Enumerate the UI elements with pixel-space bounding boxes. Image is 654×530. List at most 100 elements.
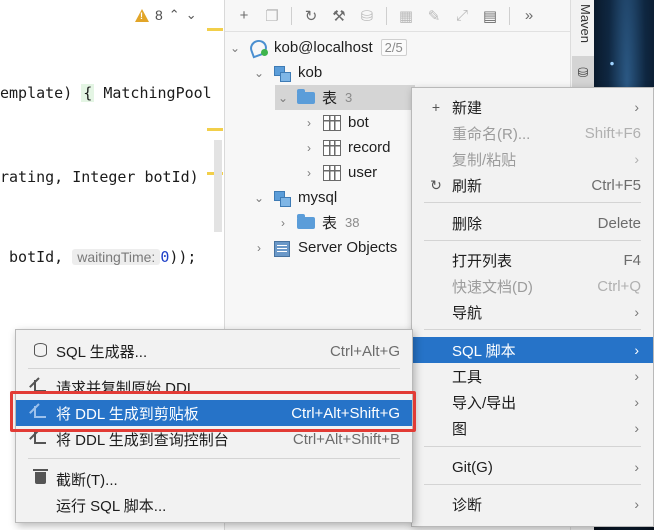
menu-shortcut: F4	[623, 251, 641, 269]
menu-label: 导航	[452, 304, 483, 322]
menu-label: 图	[452, 420, 468, 438]
table-icon	[323, 139, 341, 156]
menu-label: 工具	[452, 368, 483, 386]
edit-icon[interactable]: ✎	[425, 7, 443, 25]
plus-icon: +	[431, 99, 441, 115]
chevron-right-icon: ›	[634, 99, 639, 115]
menu-item-delete[interactable]: 删除 Delete	[412, 210, 653, 236]
menu-item-git[interactable]: Git(G) ›	[412, 454, 653, 480]
more-icon[interactable]: »	[520, 7, 538, 25]
code-line: botId, waitingTime: 0));	[0, 248, 196, 266]
connection-badge: 2/5	[380, 39, 407, 56]
menu-label: 刷新	[452, 177, 483, 195]
menu-item-tools[interactable]: 工具 ›	[412, 363, 653, 389]
schema-icon	[273, 190, 291, 207]
arrow-out-icon	[32, 431, 48, 447]
chevron-right-icon[interactable]: ›	[301, 166, 317, 180]
menu-item-new[interactable]: + 新建 ›	[412, 94, 653, 120]
menu-item-truncate[interactable]: 截断(T)...	[16, 466, 412, 492]
menu-separator	[424, 240, 641, 241]
code-text: rating, Integer botId)	[0, 168, 199, 186]
menu-label: 截断(T)...	[56, 471, 118, 489]
properties-icon[interactable]: ⚒	[330, 7, 348, 25]
chevron-right-icon: ›	[634, 368, 639, 384]
chevron-right-icon: ›	[634, 459, 639, 475]
copy-icon[interactable]: ❐	[263, 7, 281, 25]
chevron-right-icon[interactable]: ›	[301, 116, 317, 130]
menu-label: 删除	[452, 215, 483, 233]
menu-label: 新建	[452, 99, 483, 117]
tree-tables-folder[interactable]: › 表 38	[275, 210, 359, 235]
code-text: emplate)	[0, 84, 82, 102]
menu-separator	[424, 484, 641, 485]
menu-item-copy-paste[interactable]: 复制/粘贴 ›	[412, 146, 653, 172]
menu-item-diagram[interactable]: 图 ›	[412, 415, 653, 441]
schema-icon	[273, 65, 291, 82]
connection-icon	[249, 40, 268, 56]
chevron-right-icon[interactable]: ›	[251, 241, 267, 255]
menu-item-quick-doc[interactable]: 快速文档(D) Ctrl+Q	[412, 273, 653, 299]
schema-label: kob	[298, 64, 323, 81]
tree-tables-folder[interactable]: ⌄ 表 3	[275, 85, 415, 110]
tree-table-bot[interactable]: › bot	[301, 110, 369, 135]
parameter-hint: waitingTime:	[72, 249, 161, 265]
connection-label: kob@localhost	[274, 39, 373, 56]
jump-icon[interactable]: ⤢	[453, 7, 471, 25]
folder-icon	[297, 88, 315, 104]
menu-item-sql-scripts[interactable]: SQL 脚本 ›	[412, 337, 653, 363]
chevron-right-icon[interactable]: ›	[275, 216, 291, 230]
table-icon[interactable]: ▦	[397, 7, 415, 25]
folder-label: 表	[322, 90, 338, 107]
menu-shortcut: Ctrl+Alt+G	[329, 342, 400, 360]
inspection-widget[interactable]: 8 ⌃ ⌄	[127, 0, 224, 30]
chevron-up-icon[interactable]: ⌃	[169, 7, 180, 23]
database-icon[interactable]: ⛁	[358, 7, 376, 25]
menu-item-diagnostics[interactable]: 诊断 ›	[412, 491, 653, 517]
chevron-down-icon[interactable]: ⌄	[251, 191, 267, 205]
editor-scrollbar[interactable]	[214, 140, 222, 232]
menu-label: 重命名(R)...	[452, 125, 531, 143]
scroll-marker	[207, 28, 223, 31]
menu-item-run-sql-script[interactable]: 运行 SQL 脚本...	[16, 492, 412, 518]
toolbar-separator	[291, 6, 292, 25]
database-toolbar: + ❐ ↻ ⚒ ⛁ ▦ ✎ ⤢ ▤ »	[225, 0, 571, 32]
chevron-right-icon[interactable]: ›	[301, 141, 317, 155]
menu-item-rename[interactable]: 重命名(R)... Shift+F6	[412, 120, 653, 146]
tree-schema-kob[interactable]: ⌄ kob	[251, 60, 322, 85]
menu-separator	[424, 329, 641, 330]
menu-shortcut: Delete	[597, 214, 641, 232]
tree-table-user[interactable]: › user	[301, 160, 377, 185]
menu-item-open-list[interactable]: 打开列表 F4	[412, 247, 653, 273]
chevron-down-icon[interactable]: ⌄	[251, 66, 267, 80]
table-label: record	[348, 139, 391, 156]
database-tool-button[interactable]: ⛁	[572, 56, 594, 90]
refresh-icon[interactable]: ↻	[302, 7, 320, 25]
maven-tab[interactable]: Maven	[573, 4, 593, 43]
matched-brace: {	[81, 84, 95, 102]
menu-item-sql-generator[interactable]: SQL 生成器... Ctrl+Alt+G	[16, 338, 412, 364]
tree-schema-mysql[interactable]: ⌄ mysql	[251, 185, 337, 210]
schema-label: mysql	[298, 189, 338, 206]
menu-item-refresh[interactable]: ↻ 刷新 Ctrl+F5	[412, 172, 653, 198]
menu-label: SQL 脚本	[452, 342, 516, 360]
tree-connection[interactable]: ⌄ kob@localhost 2/5	[227, 35, 407, 60]
chevron-down-icon[interactable]: ⌄	[275, 91, 291, 105]
chevron-down-icon[interactable]: ⌄	[186, 7, 197, 23]
context-menu: + 新建 › 重命名(R)... Shift+F6 复制/粘贴 › ↻ 刷新 C…	[411, 87, 654, 527]
tree-table-record[interactable]: › record	[301, 135, 391, 160]
chevron-right-icon: ›	[634, 151, 639, 167]
code-line: emplate) { MatchingPool	[0, 84, 212, 102]
menu-label: 复制/粘贴	[452, 151, 517, 169]
menu-item-import-export[interactable]: 导入/导出 ›	[412, 389, 653, 415]
table-icon	[323, 164, 341, 181]
table-count: 38	[345, 215, 360, 230]
table-count: 3	[345, 90, 353, 105]
query-console-icon[interactable]: ▤	[481, 7, 499, 25]
server-objects-label: Server Objects	[298, 239, 398, 256]
menu-label: 运行 SQL 脚本...	[56, 497, 167, 515]
add-icon[interactable]: +	[235, 7, 253, 25]
chevron-down-icon[interactable]: ⌄	[227, 41, 243, 55]
menu-item-navigate[interactable]: 导航 ›	[412, 299, 653, 325]
tree-server-objects[interactable]: › Server Objects	[251, 235, 397, 260]
warnings-count: 8	[155, 7, 163, 23]
